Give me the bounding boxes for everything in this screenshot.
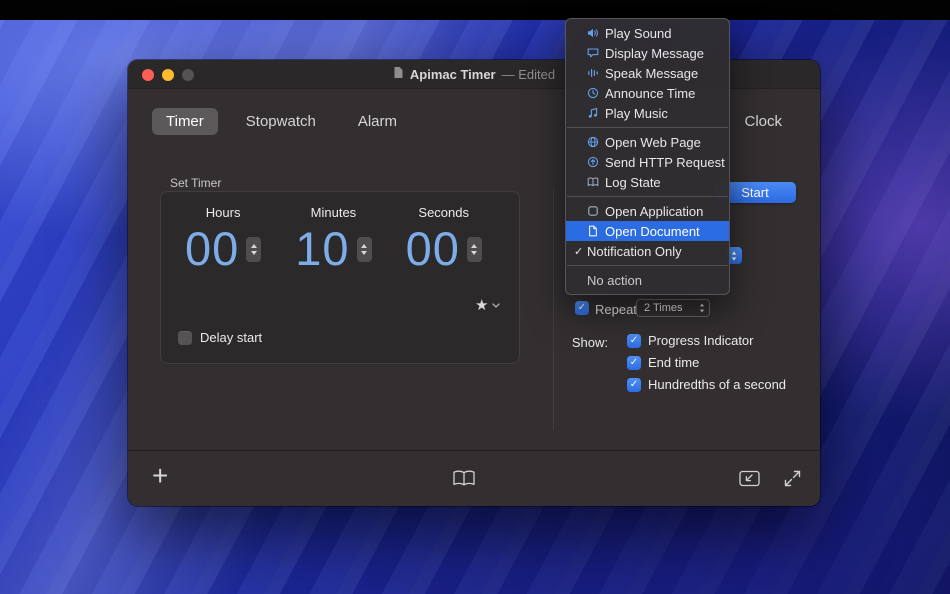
repeat-label: Repeat bbox=[595, 302, 637, 317]
menu-divider bbox=[567, 196, 728, 197]
document-proxy-icon bbox=[393, 66, 404, 82]
minutes-label: Minutes bbox=[311, 205, 357, 220]
stepper-down-icon bbox=[732, 257, 737, 260]
favorites-dropdown[interactable]: ★ bbox=[475, 298, 500, 313]
seconds-label: Seconds bbox=[418, 205, 469, 220]
tab-clock[interactable]: Clock bbox=[730, 108, 796, 135]
end-time-label: End time bbox=[648, 355, 699, 370]
hundredths-label: Hundredths of a second bbox=[648, 377, 786, 392]
clock-icon bbox=[587, 87, 605, 99]
set-timer-groupbox: Hours 00 Minutes 10 bbox=[160, 191, 520, 364]
stepper-down-icon bbox=[471, 251, 477, 255]
document-icon bbox=[587, 225, 605, 237]
book-icon bbox=[587, 176, 605, 188]
window-title: Apimac Timer — Edited bbox=[393, 66, 555, 82]
traffic-lights bbox=[142, 69, 194, 81]
minimize-button[interactable] bbox=[162, 69, 174, 81]
bookmarks-button[interactable] bbox=[452, 470, 476, 492]
close-button[interactable] bbox=[142, 69, 154, 81]
show-label: Show: bbox=[570, 335, 608, 350]
hours-stepper[interactable] bbox=[246, 237, 261, 262]
seconds-value[interactable]: 00 bbox=[406, 224, 460, 274]
chevron-down-icon bbox=[492, 303, 500, 308]
window-title-text: Apimac Timer bbox=[410, 67, 496, 82]
delay-start-checkbox[interactable] bbox=[178, 331, 192, 345]
zoom-button[interactable] bbox=[182, 69, 194, 81]
hours-field: Hours 00 bbox=[185, 205, 261, 274]
minutes-value[interactable]: 10 bbox=[295, 224, 349, 274]
seconds-field: Seconds 00 bbox=[406, 205, 482, 274]
delay-start-row: Delay start bbox=[178, 330, 262, 345]
message-icon bbox=[587, 47, 605, 59]
progress-indicator-checkbox[interactable] bbox=[627, 334, 641, 348]
stepper-down-icon bbox=[251, 251, 257, 255]
menu-item-send-http-request[interactable]: Send HTTP Request bbox=[566, 152, 729, 172]
menu-bar bbox=[0, 0, 950, 20]
fullscreen-icon bbox=[783, 469, 802, 488]
set-timer-section-label: Set Timer bbox=[170, 176, 221, 190]
app-icon bbox=[587, 205, 605, 217]
fullscreen-button[interactable] bbox=[783, 469, 802, 493]
menu-item-notification-only[interactable]: ✓ Notification Only bbox=[566, 241, 729, 261]
menu-item-play-music[interactable]: Play Music bbox=[566, 103, 729, 123]
menu-item-no-action[interactable]: No action bbox=[566, 270, 729, 290]
menu-item-open-document[interactable]: Open Document bbox=[566, 221, 729, 241]
speaker-icon bbox=[587, 27, 605, 39]
add-icon: + bbox=[152, 460, 168, 491]
menu-item-log-state[interactable]: Log State bbox=[566, 172, 729, 192]
progress-indicator-label: Progress Indicator bbox=[648, 333, 754, 348]
stepper-up-icon bbox=[361, 244, 367, 248]
show-endtime-row: End time bbox=[627, 355, 699, 370]
waveform-icon bbox=[587, 67, 605, 79]
stepper-up-icon bbox=[251, 244, 257, 248]
globe-icon bbox=[587, 136, 605, 148]
show-hundredths-row: Hundredths of a second bbox=[627, 377, 786, 392]
menu-divider bbox=[567, 265, 728, 266]
menu-item-open-web-page[interactable]: Open Web Page bbox=[566, 132, 729, 152]
repeat-checkbox[interactable] bbox=[575, 301, 589, 315]
time-fields: Hours 00 Minutes 10 bbox=[161, 192, 519, 274]
tab-stopwatch[interactable]: Stopwatch bbox=[232, 108, 330, 135]
desktop: Apimac Timer — Edited Timer Stopwatch Al… bbox=[0, 0, 950, 594]
shrink-window-button[interactable] bbox=[739, 470, 760, 492]
music-icon bbox=[587, 107, 605, 119]
repeat-count-value: 2 Times bbox=[644, 302, 683, 314]
hours-label: Hours bbox=[206, 205, 241, 220]
tab-timer[interactable]: Timer bbox=[152, 108, 218, 135]
popup-arrows-icon bbox=[699, 303, 705, 313]
stepper-up-icon bbox=[471, 244, 477, 248]
seconds-stepper[interactable] bbox=[467, 237, 482, 262]
upload-icon bbox=[587, 156, 605, 168]
show-progress-row: Progress Indicator bbox=[627, 333, 754, 348]
menu-item-play-sound[interactable]: Play Sound bbox=[566, 23, 729, 43]
delay-start-label: Delay start bbox=[200, 330, 262, 345]
hundredths-checkbox[interactable] bbox=[627, 378, 641, 392]
end-time-checkbox[interactable] bbox=[627, 356, 641, 370]
menu-item-announce-time[interactable]: Announce Time bbox=[566, 83, 729, 103]
menu-item-display-message[interactable]: Display Message bbox=[566, 43, 729, 63]
hours-value[interactable]: 00 bbox=[185, 224, 239, 274]
window-edited-badge: — Edited bbox=[502, 67, 555, 82]
repeat-count-dropdown[interactable]: 2 Times bbox=[636, 299, 710, 317]
star-icon: ★ bbox=[475, 298, 488, 313]
bottom-toolbar: + bbox=[128, 450, 820, 506]
menu-divider bbox=[567, 127, 728, 128]
minutes-field: Minutes 10 bbox=[295, 205, 371, 274]
menu-item-speak-message[interactable]: Speak Message bbox=[566, 63, 729, 83]
timer-end-action-menu: Play Sound Display Message Speak Message… bbox=[565, 18, 730, 295]
stepper-up-icon bbox=[732, 251, 737, 254]
panel-divider bbox=[553, 188, 554, 430]
stepper-down-icon bbox=[361, 251, 367, 255]
minutes-stepper[interactable] bbox=[357, 237, 372, 262]
bookmarks-icon bbox=[452, 470, 476, 487]
menu-item-open-application[interactable]: Open Application bbox=[566, 201, 729, 221]
add-button[interactable]: + bbox=[152, 462, 168, 490]
checkmark-icon: ✓ bbox=[574, 245, 587, 258]
shrink-window-icon bbox=[739, 470, 760, 487]
tab-alarm[interactable]: Alarm bbox=[344, 108, 411, 135]
